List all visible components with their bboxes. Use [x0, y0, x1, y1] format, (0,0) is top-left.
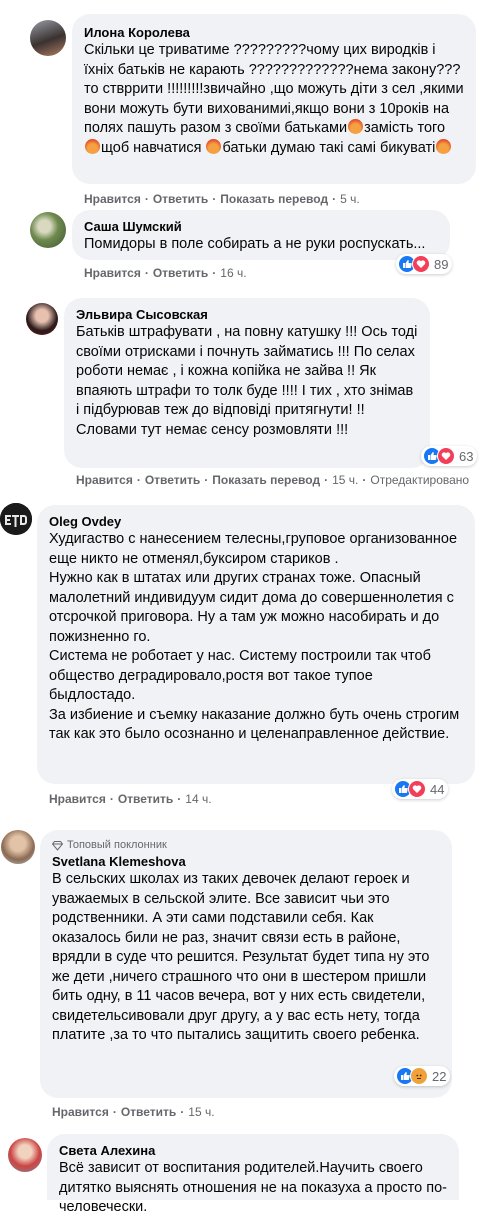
reactions-summary[interactable]: 22 [394, 1066, 451, 1086]
comment-bubble: Илона Королева Скільки це триватиме ????… [72, 14, 476, 184]
like-link[interactable]: Нравится [84, 192, 141, 206]
separator-dot: · [136, 473, 141, 487]
author-name[interactable]: Oleg Ovdey [49, 513, 463, 530]
avatar[interactable] [0, 503, 32, 535]
timestamp[interactable]: 5 ч. [340, 192, 360, 206]
separator-dot: · [177, 792, 182, 806]
author-name[interactable]: Света Алехина [59, 1142, 447, 1159]
edited-label: Отредактировано [370, 473, 470, 487]
angry-face-emoji-icon [85, 138, 100, 154]
comment-text-part: щоб навчатися [101, 139, 202, 156]
reaction-count: 63 [459, 448, 474, 464]
top-fan-badge: Топовый поклонник [52, 838, 440, 853]
timestamp[interactable]: 15 ч. [188, 1105, 214, 1119]
comment-actions: Нравится · Ответить · 16 ч. [84, 266, 247, 280]
separator-dot: · [362, 473, 367, 487]
comment-bubble: Эльвира Сысовская Батьків штрафувати , н… [64, 298, 430, 468]
comment-actions: Нравится · Ответить · Показать перевод ·… [76, 473, 469, 487]
reply-link[interactable]: Ответить [153, 192, 208, 206]
comment-actions: Нравится · Ответить · Показать перевод ·… [84, 192, 360, 206]
reactions-summary[interactable]: 89 [396, 254, 453, 274]
like-link[interactable]: Нравится [76, 473, 133, 487]
separator-dot: · [144, 192, 149, 206]
love-icon [412, 255, 430, 273]
love-icon [408, 780, 426, 798]
separator-dot: · [204, 473, 209, 487]
comment-bubble: Саша Шумский Помидоры в поле собирать а … [72, 210, 450, 260]
author-name[interactable]: Саша Шумский [84, 218, 438, 235]
reaction-count: 89 [434, 256, 449, 272]
author-name[interactable]: Svetlana Klemeshova [52, 853, 440, 870]
author-name[interactable]: Эльвира Сысовская [76, 306, 418, 323]
reply-link[interactable]: Ответить [121, 1105, 176, 1119]
avatar[interactable] [26, 303, 58, 335]
like-link[interactable]: Нравится [49, 792, 106, 806]
reactions-summary[interactable]: 63 [421, 446, 478, 466]
reply-link[interactable]: Ответить [118, 792, 173, 806]
reaction-count: 44 [430, 781, 445, 797]
timestamp[interactable]: 16 ч. [220, 266, 246, 280]
author-name[interactable]: Илона Королева [84, 24, 464, 41]
comment-text: Помидоры в поле собирать а не руки роспу… [84, 236, 426, 252]
avatar-logo-icon [0, 503, 32, 535]
comment-actions: Нравится · Ответить · 15 ч. [52, 1105, 215, 1119]
angry-face-emoji-icon [348, 119, 364, 134]
diamond-icon [52, 841, 63, 851]
love-icon [437, 447, 455, 465]
reaction-count: 22 [432, 1068, 447, 1084]
timestamp[interactable]: 15 ч. [332, 473, 358, 487]
separator-dot: · [180, 1105, 185, 1119]
separator-dot: · [109, 792, 114, 806]
comment-text: В сельских школах из таких девочек делаю… [52, 871, 434, 1043]
comment-actions: Нравится · Ответить · 14 ч. [49, 792, 212, 806]
angry-face-emoji-icon [206, 138, 222, 154]
comment-text: Скільки це триватиме ?????????чому цих в… [84, 41, 464, 158]
angry-face-emoji-icon [436, 138, 452, 154]
separator-dot: · [112, 1105, 117, 1119]
avatar[interactable] [1, 830, 35, 864]
separator-dot: · [144, 266, 149, 280]
comment-bubble: Oleg Ovdey Худигаство с нанесением телес… [37, 505, 475, 784]
comment-text-part: батьки думаю такі самі бикуваті [222, 139, 436, 156]
comment-bubble: Света Алехина Всё зависит от воспитания … [47, 1134, 459, 1215]
badge-label: Топовый поклонник [67, 839, 167, 851]
avatar[interactable] [8, 1138, 42, 1172]
separator-dot: · [332, 192, 337, 206]
timestamp[interactable]: 14 ч. [185, 792, 211, 806]
reactions-summary[interactable]: 44 [392, 779, 449, 799]
separator-dot: · [212, 192, 217, 206]
avatar[interactable] [30, 20, 66, 56]
separator-dot: · [212, 266, 217, 280]
reply-link[interactable]: Ответить [153, 266, 208, 280]
translate-link[interactable]: Показать перевод [220, 192, 328, 206]
like-link[interactable]: Нравится [52, 1105, 109, 1119]
like-link[interactable]: Нравится [84, 266, 141, 280]
avatar[interactable] [30, 212, 66, 248]
translate-link[interactable]: Показать перевод [212, 473, 320, 487]
comment-text: Батьків штрафувати , на повну катушку !!… [76, 324, 422, 438]
reply-link[interactable]: Ответить [145, 473, 200, 487]
angry-icon [410, 1067, 428, 1085]
comment-text-part: замість того [364, 120, 446, 136]
comment-bubble: Топовый поклонник Svetlana Klemeshova В … [40, 830, 452, 1098]
separator-dot: · [324, 473, 329, 487]
comment-text: Худигаство с нанесением телесны,груповое… [49, 531, 460, 742]
comment-text: Всё зависит от воспитания родителей.Науч… [59, 1160, 447, 1215]
